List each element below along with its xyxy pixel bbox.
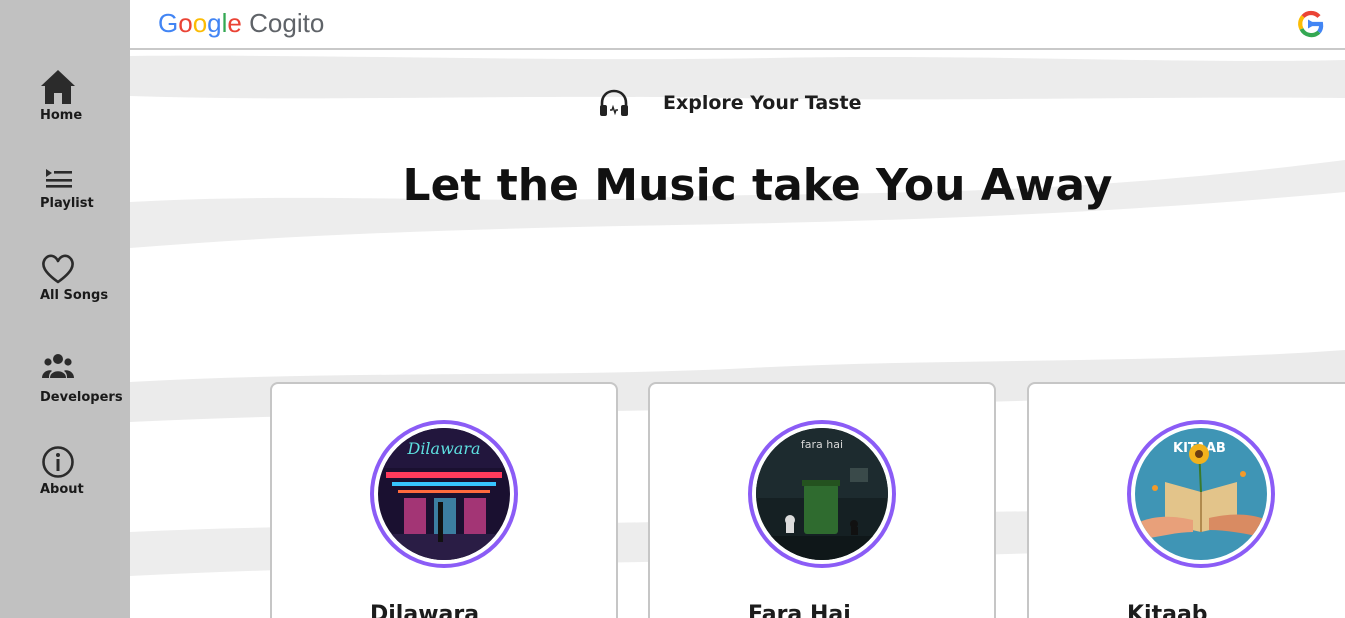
song-title: Dilawara xyxy=(370,602,480,618)
tagline-text: Explore Your Taste xyxy=(663,92,862,114)
album-art: KITAAB xyxy=(1135,428,1267,560)
users-icon xyxy=(40,350,123,390)
logo-google-text: Google xyxy=(158,8,242,38)
headphones-icon xyxy=(598,88,630,118)
sidebar-item-label: Developers xyxy=(40,390,123,405)
song-title: Kitaab xyxy=(1127,602,1208,618)
sidebar-item-home[interactable]: Home xyxy=(40,68,82,123)
top-header: Google Cogito xyxy=(130,0,1345,50)
sidebar-item-label: Home xyxy=(40,108,83,123)
tagline: Explore Your Taste xyxy=(598,88,861,118)
sidebar-item-label: Playlist xyxy=(40,196,94,211)
sidebar-item-all-songs[interactable]: All Songs xyxy=(40,252,108,303)
song-title: Fara Hai xyxy=(748,602,851,618)
album-art-ring: Dilawara xyxy=(370,420,518,568)
sidebar-item-playlist[interactable]: Playlist xyxy=(40,162,94,211)
info-icon xyxy=(40,444,84,482)
sidebar: Home Playlist All Songs Developers About xyxy=(0,0,130,618)
heart-icon xyxy=(40,252,108,288)
sidebar-item-label: About xyxy=(40,482,84,497)
album-art-ring: fara hai xyxy=(748,420,896,568)
home-icon xyxy=(40,68,82,108)
playlist-icon xyxy=(40,162,94,196)
song-card[interactable]: fara hai Fara Hai xyxy=(648,382,996,618)
main-content: Explore Your Taste Let the Music take Yo… xyxy=(130,52,1345,618)
album-art-label: fara hai xyxy=(801,438,843,451)
album-art: Dilawara xyxy=(378,428,510,560)
google-g-icon[interactable] xyxy=(1297,10,1325,42)
sidebar-item-label: All Songs xyxy=(40,288,109,303)
sidebar-item-developers[interactable]: Developers xyxy=(40,350,123,405)
album-art-label: Dilawara xyxy=(406,439,480,458)
song-card[interactable]: KITAAB Kitaab xyxy=(1027,382,1345,618)
hero-headline: Let the Music take You Away xyxy=(402,160,1113,211)
logo-product-text: Cogito xyxy=(249,8,325,38)
album-art: fara hai xyxy=(756,428,888,560)
app-logo[interactable]: Google Cogito xyxy=(158,8,324,38)
album-art-ring: KITAAB xyxy=(1127,420,1275,568)
sidebar-item-about[interactable]: About xyxy=(40,444,84,497)
song-card[interactable]: Dilawara Dilawara xyxy=(270,382,618,618)
